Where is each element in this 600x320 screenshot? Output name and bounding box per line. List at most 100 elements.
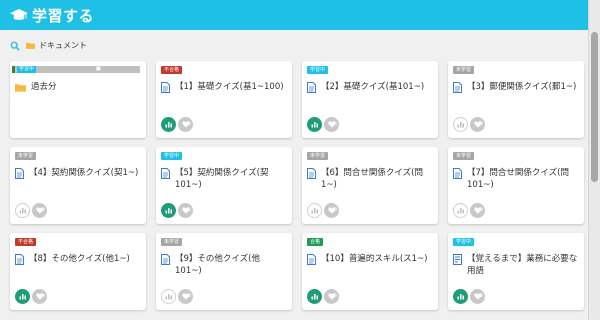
- favorite-button[interactable]: 0: [178, 117, 193, 132]
- favorite-count: 0: [188, 207, 191, 212]
- material-card[interactable]: 不合格【8】その他クイズ(他1~) 0: [10, 233, 146, 310]
- favorite-count: 0: [480, 207, 483, 212]
- favorite-count: 0: [42, 293, 45, 298]
- statistics-button[interactable]: [161, 117, 176, 132]
- card-title-text: 【6】問合せ関係クイズ(問1~): [321, 168, 423, 190]
- card-actions: 0: [307, 289, 339, 304]
- card-title: 【5】契約関係クイズ(契101~): [161, 167, 286, 191]
- material-card[interactable]: 未学習【4】契約関係クイズ(契1~) 0: [10, 147, 146, 224]
- material-card[interactable]: 未学習 【3】郵便関係クイズ(郵1~) 0: [448, 61, 584, 138]
- material-card[interactable]: 学習中【5】契約関係クイズ(契101~) 0: [156, 147, 292, 224]
- card-actions: 0: [15, 203, 47, 218]
- card-actions: 0: [307, 203, 339, 218]
- document-icon: [453, 168, 462, 179]
- card-title: 【7】問合せ関係クイズ(問101~): [453, 167, 578, 191]
- statistics-button[interactable]: [15, 289, 30, 304]
- card-actions: 0: [453, 203, 485, 218]
- material-card[interactable]: 学習中 【覚えるまで】業務に必要な用語 0: [448, 233, 584, 310]
- material-card[interactable]: 合格【10】普遍的スキル(ス1~) 0: [302, 233, 438, 310]
- breadcrumb-label[interactable]: ドキュメント: [39, 40, 87, 51]
- material-card[interactable]: 学習中【2】基礎クイズ(基101~) 0: [302, 61, 438, 138]
- document-icon: [161, 254, 170, 265]
- favorite-button[interactable]: 0: [178, 289, 193, 304]
- bar-chart-icon: [165, 122, 172, 128]
- favorite-button[interactable]: 0: [324, 117, 339, 132]
- card-title-text: 【9】その他クイズ(他101~): [175, 254, 260, 276]
- card-title: 【10】普遍的スキル(ス1~): [307, 253, 432, 265]
- card-actions: 0: [307, 117, 339, 132]
- bar-chart-icon: [19, 208, 26, 214]
- bar-chart-icon: [457, 122, 464, 128]
- favorite-button[interactable]: 0: [32, 289, 47, 304]
- card-actions: 0: [15, 289, 47, 304]
- folder-icon: [15, 84, 26, 92]
- document-icon: [161, 168, 170, 179]
- favorite-button[interactable]: 0: [470, 289, 485, 304]
- document-icon: [307, 254, 316, 265]
- material-card[interactable]: 未学習【7】問合せ関係クイズ(問101~) 0: [448, 147, 584, 224]
- status-badge: 不合格: [161, 66, 183, 74]
- glossary-icon: [453, 254, 462, 265]
- status-badge: 未学習: [161, 238, 183, 246]
- favorite-button[interactable]: 0: [470, 117, 485, 132]
- scrollbar[interactable]: [588, 0, 600, 320]
- status-badge: 学習中: [307, 66, 329, 74]
- statistics-button[interactable]: [15, 203, 30, 218]
- status-badge: 不合格: [15, 238, 37, 246]
- bar-chart-icon: [457, 208, 464, 214]
- card-title-text: 過去分: [31, 82, 57, 92]
- card-title: 【1】基礎クイズ(基1~100): [161, 81, 286, 93]
- favorite-button[interactable]: 0: [178, 203, 193, 218]
- card-title-text: 【1】基礎クイズ(基1~100): [175, 82, 284, 92]
- card-title-text: 【4】契約関係クイズ(契1~): [29, 168, 139, 178]
- statistics-button[interactable]: [161, 289, 176, 304]
- status-badge: 未学習: [15, 152, 37, 160]
- scrollbar-thumb[interactable]: [591, 32, 598, 182]
- graduation-cap-icon: [10, 8, 28, 20]
- statistics-button[interactable]: [453, 203, 468, 218]
- favorite-count: 0: [42, 207, 45, 212]
- bar-chart-icon: [457, 294, 464, 300]
- favorite-count: 0: [188, 121, 191, 126]
- folder-card[interactable]: 学習中 ■ 過去分: [10, 61, 146, 138]
- search-icon[interactable]: [10, 41, 20, 51]
- statistics-button[interactable]: [307, 289, 322, 304]
- card-title-text: 【3】郵便関係クイズ(郵1~): [467, 82, 577, 92]
- status-badge: 学習中: [161, 152, 183, 160]
- statistics-button[interactable]: [453, 289, 468, 304]
- card-title: 過去分: [15, 81, 140, 93]
- card-title-text: 【8】その他クイズ(他1~): [29, 254, 130, 264]
- card-title-text: 【10】普遍的スキル(ス1~): [321, 254, 428, 264]
- statistics-button[interactable]: [307, 203, 322, 218]
- document-icon: [307, 82, 316, 93]
- favorite-count: 0: [334, 207, 337, 212]
- card-title: 【4】契約関係クイズ(契1~): [15, 167, 140, 179]
- card-title: 【3】郵便関係クイズ(郵1~): [453, 81, 578, 93]
- card-actions: 0: [161, 117, 193, 132]
- material-card[interactable]: 未学習【9】その他クイズ(他101~) 0: [156, 233, 292, 310]
- card-title-text: 【5】契約関係クイズ(契101~): [175, 168, 269, 190]
- breadcrumb: ドキュメント: [10, 40, 87, 51]
- favorite-count: 0: [334, 121, 337, 126]
- card-title: 【2】基礎クイズ(基101~): [307, 81, 432, 93]
- material-card[interactable]: 未学習 【6】問合せ関係クイズ(問1~) 0: [302, 147, 438, 224]
- statistics-button[interactable]: [161, 203, 176, 218]
- statistics-button[interactable]: [307, 117, 322, 132]
- card-title: 【8】その他クイズ(他1~): [15, 253, 140, 265]
- card-actions: 0: [453, 289, 485, 304]
- status-badge: 未学習: [453, 152, 475, 160]
- status-badge: 合格: [307, 238, 324, 246]
- favorite-count: 0: [334, 293, 337, 298]
- statistics-button[interactable]: [453, 117, 468, 132]
- material-card[interactable]: 不合格【1】基礎クイズ(基1~100) 0: [156, 61, 292, 138]
- favorite-button[interactable]: 0: [470, 203, 485, 218]
- document-icon: [307, 168, 316, 179]
- favorite-button[interactable]: 0: [324, 203, 339, 218]
- favorite-button[interactable]: 0: [32, 203, 47, 218]
- card-title: 【9】その他クイズ(他101~): [161, 253, 286, 277]
- folder-icon: [26, 42, 35, 49]
- favorite-button[interactable]: 0: [324, 289, 339, 304]
- progress-marker: ■: [96, 66, 101, 72]
- card-actions: 0: [161, 203, 193, 218]
- favorite-count: 0: [480, 293, 483, 298]
